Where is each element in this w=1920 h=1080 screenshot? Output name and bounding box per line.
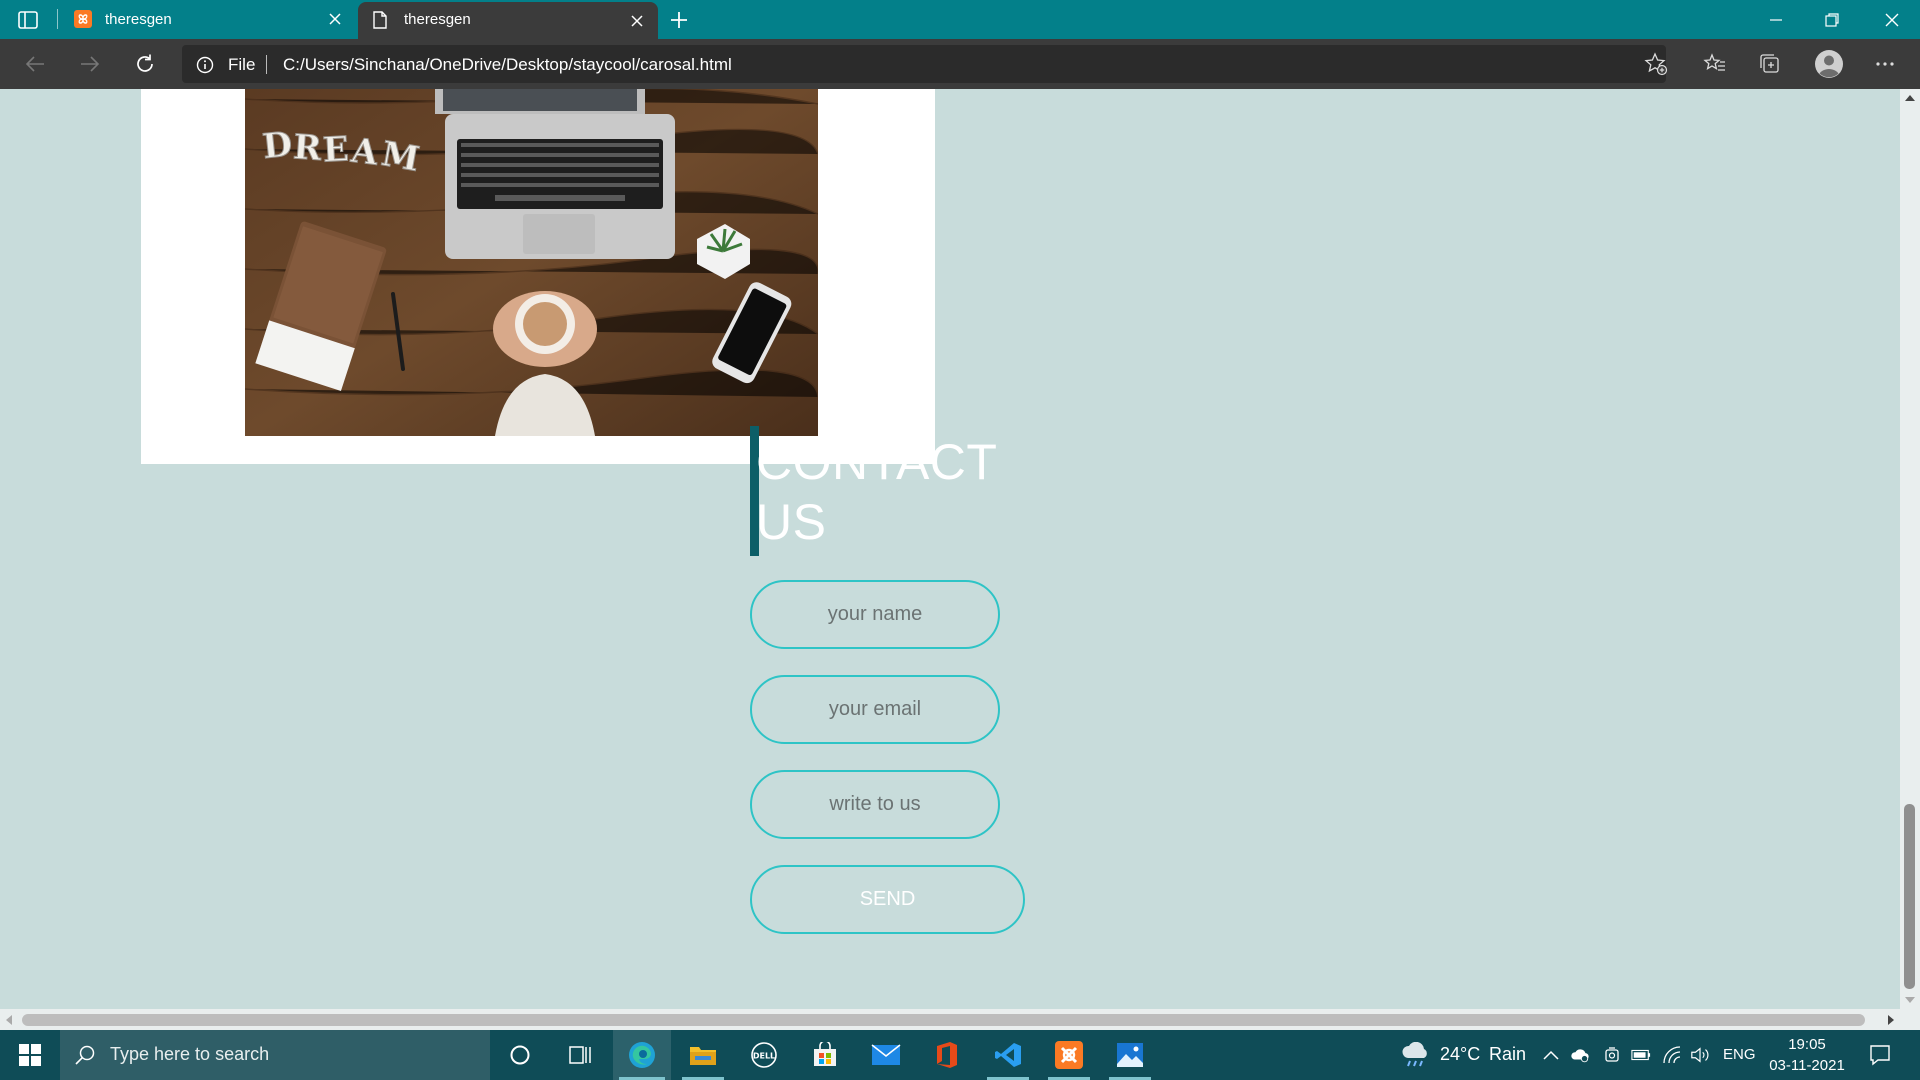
- scroll-up-icon[interactable]: [1905, 95, 1915, 101]
- meet-now-icon[interactable]: [1602, 1045, 1622, 1065]
- message-input[interactable]: [750, 770, 1000, 839]
- task-view-icon[interactable]: [552, 1030, 610, 1080]
- windows-start-icon[interactable]: [0, 1030, 60, 1080]
- page-icon: [372, 11, 390, 29]
- weather-rain-icon[interactable]: [1400, 1042, 1430, 1068]
- vertical-scroll-thumb[interactable]: [1904, 804, 1915, 989]
- search-placeholder: Type here to search: [110, 1044, 270, 1064]
- url-text[interactable]: C:/Users/Sinchana/OneDrive/Desktop/stayc…: [283, 55, 732, 75]
- horizontal-scrollbar[interactable]: [0, 1009, 1900, 1030]
- volume-icon[interactable]: [1690, 1045, 1710, 1065]
- svg-text:A: A: [348, 131, 381, 174]
- contact-heading-line-2: US: [756, 494, 827, 550]
- minimize-icon[interactable]: [1748, 0, 1804, 39]
- taskbar-clock[interactable]: 19:05 03-11-2021: [1757, 1034, 1857, 1076]
- close-tab-icon[interactable]: [630, 14, 644, 28]
- address-separator: [266, 55, 267, 74]
- search-icon: [74, 1044, 96, 1066]
- vertical-scrollbar[interactable]: [1900, 89, 1920, 1009]
- restore-icon[interactable]: [1804, 0, 1860, 39]
- file-explorer-icon[interactable]: [674, 1030, 732, 1080]
- scroll-left-icon[interactable]: [6, 1015, 12, 1025]
- contact-heading-line-1: CONTACT: [756, 434, 998, 490]
- more-options-icon[interactable]: [1872, 51, 1898, 77]
- weather-condition: Rain: [1489, 1044, 1527, 1064]
- vscode-icon[interactable]: [979, 1030, 1037, 1080]
- svg-text:DELL: DELL: [753, 1052, 775, 1061]
- address-bar[interactable]: File C:/Users/Sinchana/OneDrive/Desktop/…: [182, 45, 1666, 83]
- office-icon[interactable]: [918, 1030, 976, 1080]
- svg-text:E: E: [322, 129, 350, 170]
- edge-icon[interactable]: [613, 1030, 671, 1080]
- taskbar-search-box[interactable]: Type here to search: [60, 1030, 490, 1080]
- contact-heading: CONTACT US: [750, 426, 1010, 556]
- forward-icon[interactable]: [75, 49, 105, 79]
- tab-theresgen-2[interactable]: theresgen: [358, 2, 658, 39]
- profile-avatar-icon[interactable]: [1814, 49, 1844, 79]
- back-icon[interactable]: [20, 49, 50, 79]
- info-icon[interactable]: [196, 56, 214, 74]
- name-input[interactable]: [750, 580, 1000, 649]
- horizontal-scroll-thumb[interactable]: [22, 1014, 1865, 1026]
- dell-icon[interactable]: DELL: [735, 1030, 793, 1080]
- scroll-down-icon[interactable]: [1905, 997, 1915, 1003]
- scheme-label: File: [228, 55, 256, 74]
- send-button[interactable]: SEND: [750, 865, 1025, 934]
- svg-text:R: R: [292, 127, 324, 169]
- favorites-icon[interactable]: [1702, 51, 1728, 77]
- tab-actions-icon[interactable]: [17, 9, 39, 31]
- tab-title: theresgen: [404, 11, 471, 28]
- xampp-icon[interactable]: [1040, 1030, 1098, 1080]
- page-viewport: D R E A M CONTACT US your name your emai…: [0, 89, 1920, 1030]
- add-favorite-icon[interactable]: [1643, 51, 1669, 77]
- notifications-icon[interactable]: [1868, 1043, 1892, 1067]
- chevron-up-icon[interactable]: [1541, 1045, 1561, 1065]
- wifi-icon[interactable]: [1662, 1045, 1682, 1065]
- weather-temperature: 24°C: [1440, 1044, 1481, 1064]
- new-tab-icon[interactable]: [667, 8, 691, 32]
- carousel-card: D R E A M: [141, 89, 935, 464]
- tab-title: theresgen: [105, 11, 172, 28]
- onedrive-sync-icon[interactable]: [1570, 1045, 1590, 1065]
- tab-divider: [57, 9, 58, 29]
- mail-icon[interactable]: [857, 1030, 915, 1080]
- scrollbar-corner: [1900, 1009, 1920, 1030]
- windows-taskbar: Type here to search DELL 24°C Rain ENG 1…: [0, 1030, 1920, 1080]
- svg-text:M: M: [378, 134, 422, 180]
- battery-icon[interactable]: [1631, 1045, 1651, 1065]
- close-tab-icon[interactable]: [328, 12, 342, 26]
- photos-icon[interactable]: [1101, 1030, 1159, 1080]
- cortana-icon[interactable]: [491, 1030, 549, 1080]
- microsoft-store-icon[interactable]: [796, 1030, 854, 1080]
- tab-theresgen-1[interactable]: ꕤ theresgen: [60, 0, 356, 39]
- clock-time: 19:05: [1788, 1036, 1826, 1053]
- xampp-icon: ꕤ: [74, 10, 92, 28]
- collections-icon[interactable]: [1757, 51, 1783, 77]
- carousel-image-desk: D R E A M: [244, 89, 819, 436]
- email-input[interactable]: [750, 675, 1000, 744]
- svg-text:D: D: [261, 124, 295, 167]
- scroll-right-icon[interactable]: [1888, 1015, 1894, 1025]
- tab-strip: ꕤ theresgen theresgen: [0, 0, 1920, 39]
- svg-text:ꕤ: ꕤ: [78, 13, 88, 27]
- refresh-icon[interactable]: [130, 49, 160, 79]
- input-language[interactable]: ENG: [1723, 1046, 1756, 1063]
- clock-date: 03-11-2021: [1769, 1057, 1845, 1074]
- close-window-icon[interactable]: [1864, 0, 1920, 39]
- browser-toolbar: File C:/Users/Sinchana/OneDrive/Desktop/…: [0, 39, 1920, 89]
